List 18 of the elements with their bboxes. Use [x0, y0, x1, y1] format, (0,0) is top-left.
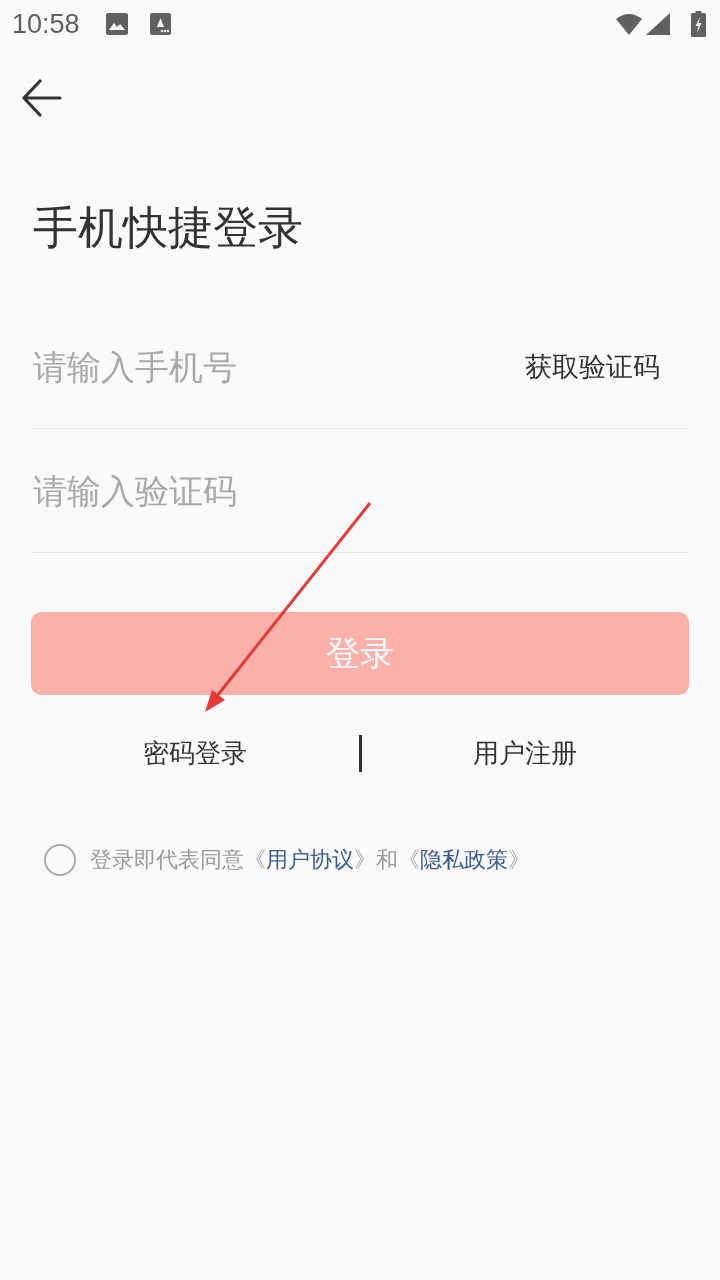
- get-code-button[interactable]: 获取验证码: [525, 348, 660, 385]
- agreement-text: 登录即代表同意《用户协议》和《隐私政策》: [90, 846, 530, 874]
- notification-icon: [149, 13, 171, 35]
- back-arrow-icon: [22, 79, 62, 117]
- status-time: 10:58: [12, 8, 80, 40]
- text-link[interactable]: 用户注册: [473, 735, 578, 771]
- back-button[interactable]: [22, 79, 62, 117]
- wifi-icon: [616, 13, 642, 35]
- agree-checkbox[interactable]: [44, 844, 76, 876]
- agreement-link[interactable]: 隐私政策: [420, 847, 508, 872]
- page-title: 手机快捷登录: [33, 200, 304, 256]
- text-link[interactable]: 密码登录: [142, 735, 247, 771]
- text-input[interactable]: 请输入验证码: [31, 466, 689, 515]
- signal-icon: [646, 13, 670, 35]
- text-input[interactable]: 请输入手机号: [31, 342, 525, 391]
- picture-icon: [105, 13, 128, 35]
- battery-charging-icon: [691, 11, 706, 37]
- agreement-link[interactable]: 用户协议: [266, 847, 354, 872]
